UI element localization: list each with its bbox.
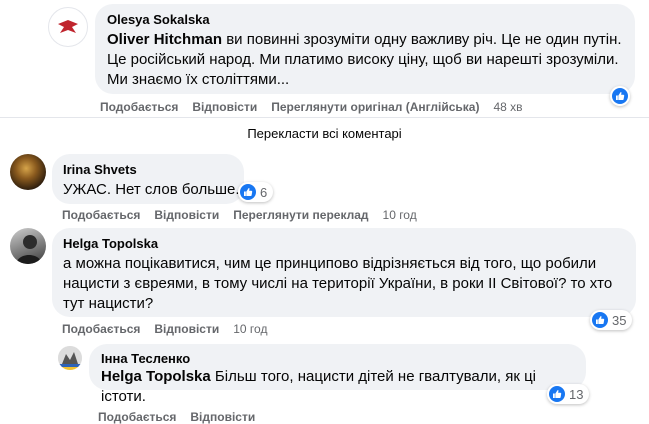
reaction-badge[interactable]: 35 [590, 310, 633, 330]
like-button[interactable]: Подобається [62, 208, 140, 222]
timestamp[interactable]: 10 год [233, 322, 267, 336]
reaction-count: 13 [569, 386, 584, 402]
reply-button[interactable]: Відповісти [154, 322, 219, 336]
avatar-inna[interactable] [58, 346, 82, 370]
reaction-count: 6 [260, 184, 268, 200]
like-icon [612, 88, 628, 104]
like-icon [240, 184, 256, 200]
see-original-button[interactable]: Переглянути оригінал (Англійська) [271, 100, 479, 114]
timestamp[interactable]: 10 год [383, 208, 417, 222]
timestamp[interactable]: 48 хв [493, 100, 522, 114]
reply-button[interactable]: Відповісти [192, 100, 257, 114]
see-translation-button[interactable]: Переглянути переклад [233, 208, 368, 222]
comment-actions: Подобається Відповісти Переглянути перекла… [62, 208, 431, 222]
divider [0, 117, 649, 118]
like-icon [592, 312, 608, 328]
comment-line: УЖАС. Нет слов больше. [63, 181, 240, 198]
reaction-badge[interactable]: 13 [547, 384, 590, 404]
like-icon [549, 386, 565, 402]
comment-text: УЖАС. Нет слов больше. [63, 180, 243, 200]
avatar-olesya[interactable] [48, 7, 88, 47]
mention-link[interactable]: Helga Topolska [101, 368, 211, 385]
comment-text: Oliver Hitchman ви повинні зрозуміти одн… [107, 30, 627, 90]
comment-text: Helga Topolska Більш того, нацисти дітей… [101, 367, 583, 407]
like-button[interactable]: Подобається [98, 410, 176, 424]
reply-button[interactable]: Відповісти [154, 208, 219, 222]
comment-line: Це російський народ. Ми платимо високу ц… [107, 51, 619, 68]
comment-actions: Подобається Відповісти 10 год [62, 322, 281, 336]
comment-actions: Подобається Відповісти [98, 410, 269, 424]
comment-author[interactable]: Irina Shvets [63, 162, 137, 177]
translate-all-link[interactable]: Перекласти всі коментарі [0, 126, 649, 141]
comment-line: а можна поцікавитися, чим це принципово … [63, 255, 597, 272]
like-button[interactable]: Подобається [62, 322, 140, 336]
comment-author[interactable]: Інна Тесленко [101, 351, 190, 366]
avatar-helga[interactable] [10, 228, 46, 264]
comment-text: а можна поцікавитися, чим це принципово … [63, 254, 635, 314]
comment-line: тут нацисти? [63, 295, 154, 312]
comment-line: Ми знаємо їх століттями... [107, 71, 290, 88]
comment-line: нацисти з євреями, в тому числі на терит… [63, 275, 613, 292]
avatar-irina[interactable] [10, 154, 46, 190]
reaction-count: 35 [612, 312, 627, 328]
reaction-badge[interactable]: 6 [238, 182, 274, 202]
mention-link[interactable]: Oliver Hitchman [107, 31, 222, 48]
comment-actions: Подобається Відповісти Переглянути оригіна… [100, 100, 537, 114]
comment-line: ви повинні зрозуміти одну важливу річ. Ц… [222, 31, 622, 48]
reply-button[interactable]: Відповісти [190, 410, 255, 424]
reaction-badge[interactable] [610, 86, 630, 106]
comment-author[interactable]: Olesya Sokalska [107, 12, 210, 27]
comment-author[interactable]: Helga Topolska [63, 236, 158, 251]
like-button[interactable]: Подобається [100, 100, 178, 114]
